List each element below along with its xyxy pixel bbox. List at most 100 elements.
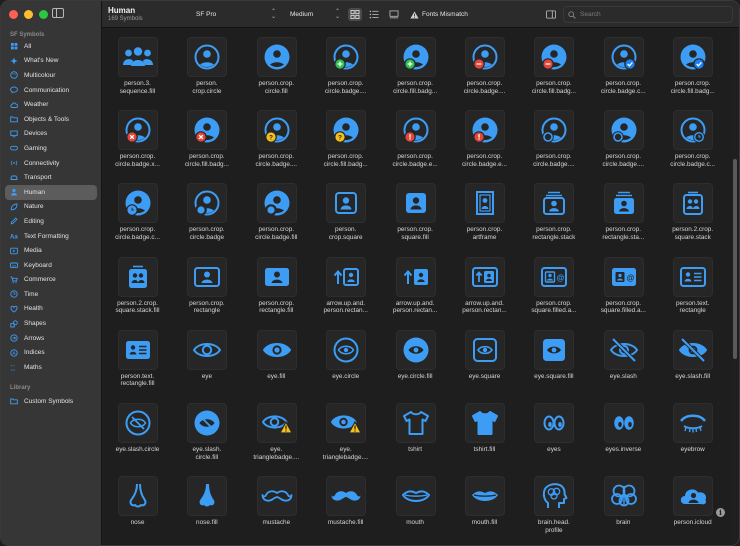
symbol-tile[interactable] (465, 37, 505, 77)
sidebar-item-all[interactable]: All (5, 39, 97, 54)
symbol-cell[interactable]: mustache.fill (311, 468, 380, 541)
symbol-tile[interactable] (118, 256, 158, 297)
symbol-cell[interactable]: person.crop. circle.fill.badg... (519, 29, 588, 102)
symbol-cell[interactable]: person.crop. square.fill (381, 175, 450, 248)
sidebar-item-time[interactable]: Time (5, 287, 97, 302)
sidebar-item-indices[interactable]: A Indices (5, 345, 97, 360)
symbol-cell[interactable]: @ person.crop. square.filled.a... (519, 249, 588, 322)
sidebar-item-human[interactable]: Human (5, 184, 97, 200)
symbol-cell[interactable]: mustache (242, 468, 311, 541)
search-field[interactable] (563, 6, 733, 23)
symbol-tile[interactable] (256, 329, 297, 370)
symbol-tile[interactable] (603, 476, 644, 517)
symbol-tile[interactable] (465, 183, 505, 224)
sidebar-item-maths[interactable]: +− ×= Maths (5, 360, 97, 375)
symbol-tile[interactable] (118, 476, 158, 517)
weight-popup[interactable]: Medium ⌃ ⌄ (285, 8, 342, 21)
symbol-tile[interactable] (256, 476, 297, 517)
symbol-tile[interactable] (395, 256, 436, 297)
symbol-cell[interactable]: mouth (381, 468, 450, 541)
symbol-cell[interactable]: person.crop. rectangle.sta... (589, 175, 658, 248)
symbol-tile[interactable] (395, 110, 436, 151)
sidebar-toggle-icon[interactable] (52, 8, 64, 18)
sidebar-item-multicolour[interactable]: Multicolour (5, 68, 97, 83)
sidebar-item-arrows[interactable]: Arrows (5, 331, 97, 346)
symbol-tile[interactable] (256, 256, 297, 297)
minimize-window-button[interactable] (24, 10, 33, 19)
symbol-cell[interactable]: eyes.inverse (589, 395, 658, 468)
symbol-cell[interactable]: person.crop. circle.badge.fill (242, 175, 311, 248)
symbol-tile[interactable] (187, 403, 228, 443)
symbol-tile[interactable] (187, 37, 228, 77)
symbol-cell[interactable]: eyebrow (658, 395, 727, 468)
symbol-cell[interactable]: person.crop. circle.badge.c... (103, 175, 172, 248)
symbol-cell[interactable]: eye. trianglebadge.... (311, 395, 380, 468)
symbol-cell[interactable]: person.crop. circle.fill.badg... (658, 29, 727, 102)
symbol-tile[interactable] (395, 476, 436, 517)
symbol-tile[interactable] (534, 329, 575, 370)
symbol-cell[interactable]: person.crop. circle.fill (242, 29, 311, 102)
symbol-tile[interactable] (187, 476, 228, 517)
grid-view-button[interactable] (348, 8, 362, 21)
symbol-tile[interactable] (673, 329, 714, 370)
symbol-tile[interactable] (187, 256, 228, 297)
sidebar-item-nature[interactable]: Nature (5, 200, 97, 215)
symbol-tile[interactable] (187, 110, 228, 151)
symbol-tile[interactable] (534, 183, 575, 224)
symbol-cell[interactable]: person.crop. circle.badge (172, 175, 241, 248)
gallery-view-button[interactable] (387, 8, 401, 21)
sidebar-item-custom-symbols[interactable]: Custom Symbols (5, 394, 97, 409)
symbol-cell[interactable]: person.crop. artframe (450, 175, 519, 248)
symbol-tile[interactable]: @ (534, 256, 575, 297)
symbol-tile[interactable] (673, 403, 714, 443)
symbol-tile[interactable] (187, 183, 228, 224)
symbol-cell[interactable]: person.text. rectangle (658, 249, 727, 322)
symbol-tile[interactable] (603, 329, 644, 370)
symbol-cell[interactable]: tshirt (381, 395, 450, 468)
sidebar-item-transport[interactable]: Transport (5, 170, 97, 185)
symbol-tile[interactable] (534, 37, 575, 77)
symbol-cell[interactable]: eye.slash. circle.fill (172, 395, 241, 468)
symbol-cell[interactable]: arrow.up.and. person.rectan... (450, 249, 519, 322)
symbol-tile[interactable]: @ (603, 256, 644, 297)
symbol-tile[interactable] (118, 403, 158, 443)
symbol-tile[interactable] (395, 329, 436, 370)
symbol-tile[interactable] (465, 403, 505, 443)
symbol-tile[interactable] (326, 183, 367, 224)
symbol-tile[interactable] (465, 256, 505, 297)
symbol-cell[interactable]: arrow.up.and. person.rectan... (381, 249, 450, 322)
sidebar-item-objects-tools[interactable]: Objects & Tools (5, 112, 97, 127)
symbol-cell[interactable]: person.crop. circle.badge.... (519, 102, 588, 175)
symbol-tile[interactable] (673, 37, 714, 77)
symbol-tile[interactable] (395, 183, 436, 224)
symbol-tile[interactable] (603, 37, 644, 77)
symbol-tile[interactable] (326, 256, 367, 297)
symbol-tile[interactable] (187, 329, 228, 370)
symbol-tile[interactable]: ? (256, 110, 297, 151)
symbol-tile[interactable] (256, 37, 297, 77)
symbol-tile[interactable] (118, 183, 158, 224)
symbol-cell[interactable]: person. crop.circle (172, 29, 241, 102)
symbol-cell[interactable]: nose (103, 468, 172, 541)
search-input[interactable] (580, 11, 720, 18)
sidebar-item-shapes[interactable]: Shapes (5, 316, 97, 331)
symbol-tile[interactable] (395, 403, 436, 443)
symbol-cell[interactable]: eye.slash.circle (103, 395, 172, 468)
symbol-tile[interactable] (673, 110, 714, 151)
symbol-tile[interactable] (326, 403, 367, 443)
symbol-cell[interactable]: eye.square.fill (519, 322, 588, 395)
symbol-cell[interactable]: person.crop. circle.badge.... (311, 29, 380, 102)
vertical-scrollbar[interactable] (732, 29, 738, 545)
symbol-cell[interactable]: eyes (519, 395, 588, 468)
symbol-tile[interactable]: ? (326, 110, 367, 151)
symbol-cell[interactable]: person.crop. circle.badge.x... (103, 102, 172, 175)
symbol-tile[interactable] (465, 476, 505, 517)
symbol-cell[interactable]: eye.square (450, 322, 519, 395)
symbol-cell[interactable]: person.crop. circle.badge.... (450, 29, 519, 102)
symbol-cell[interactable]: person.2.crop. square.stack (658, 175, 727, 248)
sidebar-item-communication[interactable]: Communication (5, 83, 97, 98)
symbol-cell[interactable]: person.crop. circle.badge.... (589, 102, 658, 175)
symbol-cell[interactable]: @ person.crop. square.filled.a... (589, 249, 658, 322)
symbol-cell[interactable]: eye. trianglebadge.... (242, 395, 311, 468)
symbol-tile[interactable] (534, 110, 575, 151)
